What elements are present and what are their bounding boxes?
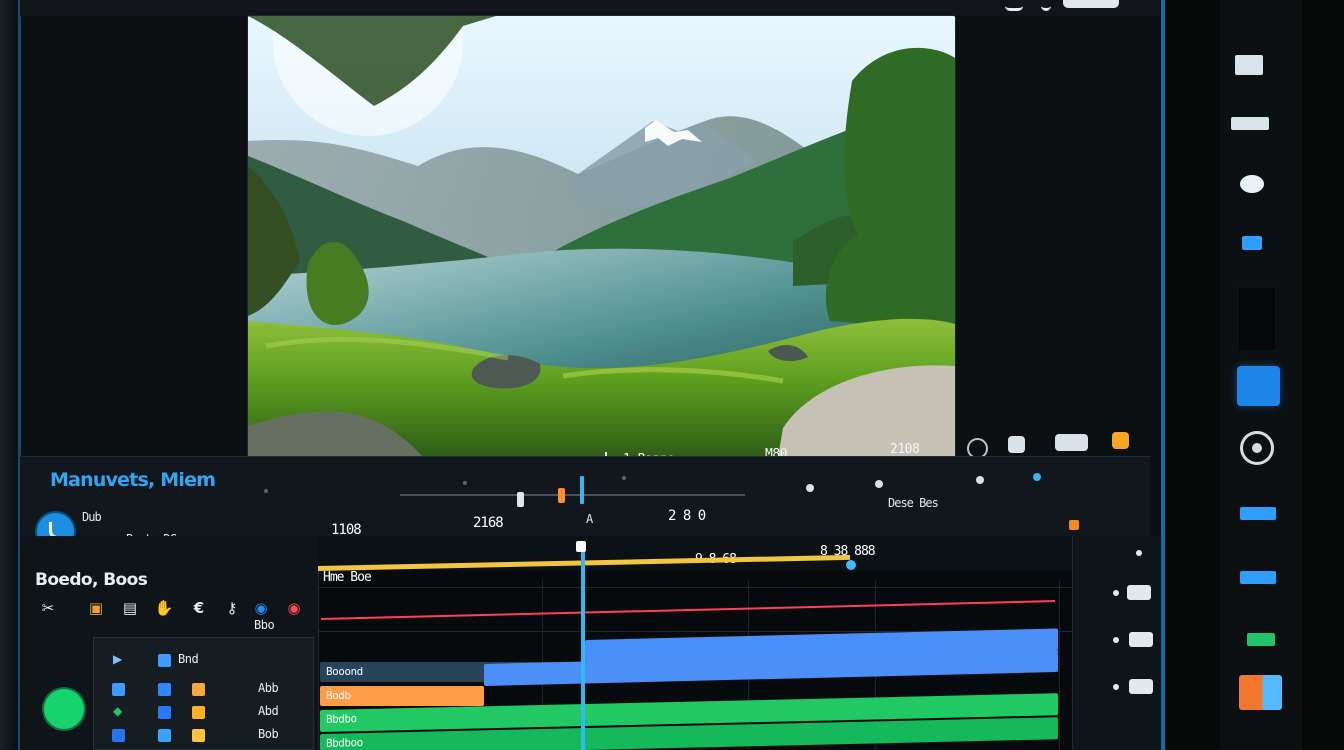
- track-type-icon: ▶: [113, 652, 123, 666]
- grid-icon[interactable]: ▤: [120, 598, 140, 618]
- green-toggle-icon[interactable]: [1247, 633, 1275, 646]
- transport-time-mark: A: [586, 512, 593, 526]
- transport-marker: [463, 481, 467, 485]
- euro-icon[interactable]: €: [189, 598, 209, 618]
- panel-toggle-icon[interactable]: [1113, 684, 1119, 690]
- panel-button[interactable]: [1127, 585, 1151, 600]
- record-icon[interactable]: ◉: [284, 598, 304, 618]
- profile-icon[interactable]: [1240, 175, 1264, 193]
- preview-thumbnail[interactable]: [1238, 287, 1276, 351]
- timeline-row-divider: [318, 587, 1072, 588]
- yellow-range-handle[interactable]: [846, 560, 856, 570]
- track-row[interactable]: Bob: [94, 723, 313, 746]
- mountain-lake-preview: [248, 16, 955, 457]
- toolbar-icon[interactable]: [1041, 0, 1051, 11]
- track-name: Abd: [258, 704, 279, 718]
- toolbar-button[interactable]: [1063, 0, 1119, 8]
- preview-viewer[interactable]: [248, 16, 955, 457]
- transport-dot-button[interactable]: [875, 480, 883, 488]
- active-tool-button[interactable]: [1237, 366, 1280, 406]
- track-row[interactable]: Abb: [94, 677, 313, 700]
- out-point-handle[interactable]: [558, 488, 565, 503]
- track-list: ▶ Bnd Abb ◆ Abd Bob Bbo: [93, 618, 314, 750]
- track-mute-icon[interactable]: [192, 729, 205, 742]
- track-visibility-icon[interactable]: [158, 706, 171, 719]
- toolbar-icon[interactable]: [1235, 55, 1263, 75]
- transport-marker: [622, 476, 626, 480]
- track-row[interactable]: ◆ Abd: [94, 700, 313, 723]
- track-type-icon: ◆: [113, 704, 123, 718]
- track-name: Bob: [258, 727, 279, 741]
- key-icon[interactable]: ⚷: [222, 598, 242, 618]
- scrub-cursor[interactable]: [580, 476, 584, 504]
- panel-toggle-icon[interactable]: [1113, 637, 1119, 643]
- track-mute-icon[interactable]: [192, 706, 205, 719]
- settings-icon[interactable]: [1055, 434, 1088, 451]
- marker-icon[interactable]: [1112, 432, 1129, 449]
- toolbar-icon[interactable]: [1005, 0, 1023, 11]
- panel-toggle-icon[interactable]: [1113, 590, 1119, 596]
- track-row[interactable]: ▶ Bnd: [94, 648, 313, 671]
- clip-label: Bbdboo: [326, 736, 363, 750]
- panel-button[interactable]: [1129, 679, 1153, 694]
- scissors-icon[interactable]: ✂: [38, 598, 58, 618]
- project-title: Manuvets, Miem: [50, 469, 216, 491]
- box-icon[interactable]: ▣: [86, 598, 106, 618]
- track-lock-icon[interactable]: [112, 683, 125, 696]
- track-visibility-icon[interactable]: [158, 654, 171, 667]
- video-editor-screenshot: 1 Baane M80 2108 Manuvets, Miem Dub Bost…: [0, 0, 1344, 750]
- timeline-grid-line: [1059, 580, 1060, 750]
- transport-time-center: 2168: [473, 515, 504, 531]
- orange-clip[interactable]: Bodb: [320, 686, 484, 706]
- blue-slider-icon[interactable]: [1240, 571, 1276, 584]
- tracks-panel-title: Boedo, Boos: [35, 570, 148, 590]
- record-toggle-icon[interactable]: [1240, 431, 1274, 465]
- track-lock-icon[interactable]: [112, 729, 125, 742]
- hand-icon[interactable]: ✋: [154, 598, 174, 618]
- track-header-text: Bbo: [254, 618, 275, 632]
- timeline-side-panel: [1069, 520, 1161, 750]
- track-visibility-icon[interactable]: [158, 729, 171, 742]
- transport-dot-button[interactable]: [1033, 473, 1041, 481]
- add-track-button[interactable]: [44, 689, 84, 729]
- toolbar-button[interactable]: [1231, 117, 1269, 130]
- left-screen-edge: [0, 0, 18, 750]
- blue-slider-icon[interactable]: [1240, 507, 1276, 520]
- transport-time-right: 2 8 0: [668, 508, 706, 524]
- fullscreen-icon[interactable]: [1008, 436, 1025, 453]
- clip-label: Bodb: [326, 689, 351, 702]
- track-tools: ✂ ▣ ▤ ✋ € ⚷ ◉ ◉: [38, 596, 303, 620]
- marker-icon[interactable]: [1069, 520, 1079, 530]
- track-name: Abb: [258, 681, 279, 695]
- circle-icon[interactable]: ◉: [251, 598, 271, 618]
- blue-tool-icon[interactable]: [1242, 236, 1262, 250]
- transport-dot-button[interactable]: [976, 476, 984, 484]
- viewer-timecode-right: 2108: [890, 442, 920, 457]
- timeline-playhead[interactable]: [581, 542, 585, 750]
- playhead-handle[interactable]: [576, 541, 586, 552]
- transport-label-top: Dub: [82, 510, 102, 524]
- clip-label: Booond: [326, 665, 363, 678]
- panel-button[interactable]: [1129, 632, 1153, 647]
- transport-right-label: Dese Bes: [888, 496, 939, 510]
- in-point-handle[interactable]: [517, 492, 524, 507]
- scrub-track[interactable]: [400, 494, 745, 496]
- panel-toggle-icon[interactable]: [1136, 550, 1142, 556]
- color-swatch-button[interactable]: [1239, 675, 1282, 710]
- transport-dot-button[interactable]: [806, 484, 814, 492]
- top-toolbar: [20, 0, 1160, 16]
- timeline-header-label: Hme Boe: [323, 570, 372, 585]
- track-name: Bnd: [178, 652, 199, 666]
- track-visibility-icon[interactable]: [158, 683, 171, 696]
- track-mute-icon[interactable]: [192, 683, 205, 696]
- transport-marker: [264, 489, 268, 493]
- clip-label: Bbdbo: [326, 712, 357, 726]
